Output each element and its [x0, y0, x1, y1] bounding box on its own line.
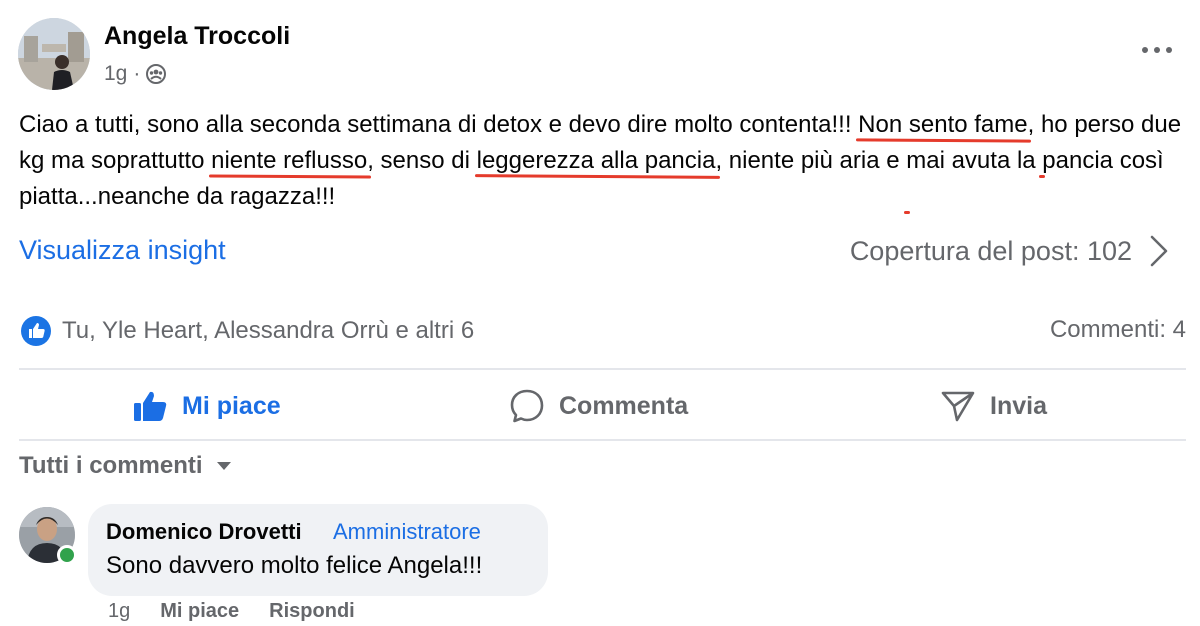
- more-horizontal-icon[interactable]: [1142, 40, 1172, 60]
- post-text-segment: ...neanche da ragazza!!!: [77, 183, 336, 210]
- post-text-segment: , senso di: [367, 147, 477, 174]
- online-status-indicator: [57, 545, 77, 565]
- comment-actions: 1g Mi piace Rispondi: [108, 600, 355, 623]
- view-insights-link[interactable]: Visualizza insight: [19, 235, 226, 266]
- post-meta: 1g ·: [104, 60, 167, 88]
- divider: [19, 439, 1186, 441]
- send-label: Invia: [990, 391, 1047, 420]
- facebook-post: Angela Troccoli 1g · Ciao a tutti, sono …: [0, 0, 1200, 626]
- comments-filter-label: Tutti i commenti: [19, 452, 203, 479]
- author-avatar[interactable]: [18, 18, 90, 90]
- comment-reply-button[interactable]: Rispondi: [269, 600, 355, 623]
- commenter-name[interactable]: Domenico Drovetti: [106, 519, 302, 545]
- like-label: Mi piace: [182, 391, 281, 420]
- thumbs-up-icon: [134, 391, 167, 421]
- comment-button[interactable]: Commenta: [509, 386, 688, 426]
- chevron-right-icon: [1150, 235, 1168, 267]
- comment-bubble: Domenico Drovetti Amministratore Sono da…: [88, 504, 548, 596]
- author-name[interactable]: Angela Troccoli: [104, 22, 290, 51]
- underlined-phrase: leggerezza alla pancia: [476, 147, 716, 174]
- meta-separator: ·: [133, 62, 141, 85]
- post-body: Ciao a tutti, sono alla seconda settiman…: [19, 107, 1194, 215]
- reach-label: Copertura del post: 102: [849, 235, 1132, 266]
- post-text-segment: ,: [1027, 111, 1041, 138]
- caret-down-icon: [216, 462, 231, 470]
- comment-like-button[interactable]: Mi piace: [160, 600, 239, 623]
- like-reaction-icon: [21, 316, 51, 346]
- group-icon[interactable]: [146, 64, 167, 84]
- dot: [1154, 47, 1160, 53]
- dot: [1166, 47, 1172, 53]
- post-time[interactable]: 1g: [104, 62, 127, 86]
- admin-badge: Amministratore: [333, 519, 481, 544]
- underlined-phrase: Non sento fame: [858, 111, 1028, 138]
- comment-time[interactable]: 1g: [108, 600, 130, 623]
- divider: [19, 368, 1186, 370]
- send-icon: [941, 391, 975, 422]
- send-button[interactable]: Invia: [940, 386, 1047, 426]
- comments-filter-dropdown[interactable]: Tutti i commenti: [19, 452, 233, 480]
- post-text-segment: , niente più aria e: [715, 147, 907, 174]
- author-photo: [18, 18, 90, 90]
- like-button[interactable]: Mi piace: [132, 386, 281, 426]
- comment-bubble-icon: [510, 389, 544, 423]
- post-reach[interactable]: Copertura del post: 102: [850, 234, 1170, 268]
- comments-count[interactable]: Commenti: 4: [1050, 316, 1186, 344]
- dot: [1142, 47, 1148, 53]
- post-text-segment: Ciao a tutti, sono alla seconda settiman…: [19, 111, 859, 138]
- comment-text: Sono davvero molto felice Angela!!!: [106, 552, 483, 579]
- reactions-summary[interactable]: Tu, Yle Heart, Alessandra Orrù e altri 6: [20, 314, 474, 348]
- post-text-segment: ma soprattutto: [44, 147, 212, 174]
- underlined-phrase: niente reflusso: [211, 147, 368, 174]
- reactions-text: Tu, Yle Heart, Alessandra Orrù e altri 6: [62, 317, 475, 344]
- comment-label: Commenta: [559, 391, 689, 420]
